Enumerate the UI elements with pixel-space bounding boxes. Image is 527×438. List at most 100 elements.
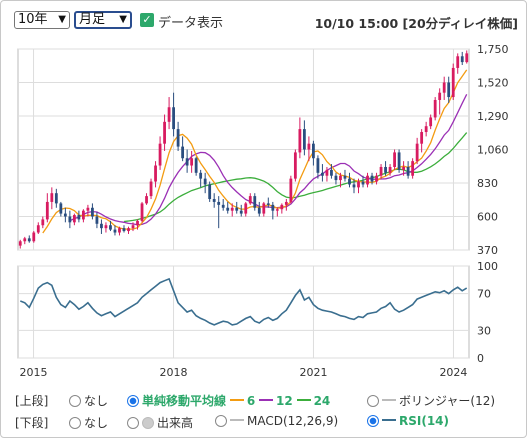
candle-body — [339, 175, 342, 181]
macd-option[interactable]: MACD(12,26,9) — [215, 414, 338, 428]
candle-body — [442, 82, 446, 93]
candle-body — [370, 175, 374, 182]
candle-body — [447, 82, 451, 98]
candle-body — [388, 166, 392, 173]
rsi-swatch — [382, 419, 396, 421]
sma6-label: 6 — [246, 394, 256, 408]
candle-body — [136, 220, 139, 226]
candle-body — [451, 67, 455, 98]
y-tick-label: 370 — [477, 244, 498, 257]
candle-body — [321, 172, 324, 176]
sma24-swatch — [296, 399, 311, 401]
lower-none-option[interactable]: なし — [69, 414, 108, 431]
candle-body — [118, 228, 121, 233]
candle-body — [253, 196, 257, 208]
candle-body — [330, 169, 333, 176]
sma12-label: 12 — [276, 394, 293, 408]
sma24-label: 24 — [313, 394, 331, 408]
sma12-swatch — [259, 399, 274, 401]
candle-body — [248, 196, 252, 204]
candle-body — [140, 203, 144, 221]
radio-selected-icon — [127, 395, 139, 407]
chart-area: 1,750 1,520 1,290 1,060 830 600 370 100 70 30 0 201… — [17, 43, 509, 379]
y-tick-label: 1,520 — [477, 77, 509, 90]
sma-option[interactable]: 単純移動平均線 6 12 24 — [127, 392, 330, 409]
candle-body — [465, 53, 469, 63]
sma6-swatch — [229, 399, 244, 401]
y-tick-label: 1,060 — [477, 144, 509, 157]
candle-body — [185, 158, 189, 166]
candle-body — [68, 216, 72, 223]
candle-body — [45, 201, 49, 220]
bollinger-option[interactable]: ボリンジャー(12) — [367, 392, 495, 409]
candle-body — [163, 121, 166, 144]
candle-body — [302, 129, 306, 150]
candle-body — [54, 193, 58, 204]
candle-body — [104, 225, 108, 229]
candle-body — [262, 203, 266, 214]
candle-body — [420, 132, 424, 144]
x-tick-label: 2021 — [299, 366, 327, 379]
upper-none-label: なし — [84, 394, 109, 408]
upper-label: [上段] — [15, 394, 49, 408]
candle-body — [415, 143, 419, 162]
candle-body — [176, 129, 180, 147]
candle-body — [72, 215, 76, 223]
candle-body — [109, 225, 112, 230]
candle-body — [167, 107, 171, 122]
rsi-tick-label: 0 — [477, 352, 484, 365]
candle-body — [127, 228, 130, 232]
volume-icon — [142, 417, 154, 429]
candle-body — [235, 207, 239, 211]
candle-body — [284, 201, 288, 205]
lower-none-label: なし — [84, 416, 109, 430]
candle-body — [91, 207, 94, 217]
bollinger-label: ボリンジャー(12) — [399, 394, 496, 408]
radio-icon — [69, 395, 81, 407]
candle-body — [149, 181, 153, 197]
candle-body — [275, 209, 279, 211]
candle-body — [122, 228, 126, 232]
rsi-tick-label: 100 — [477, 260, 498, 273]
y-tick-label: 1,750 — [477, 43, 509, 56]
candle-body — [456, 56, 460, 68]
rsi-option[interactable]: RSI(14) — [367, 414, 449, 428]
candle-body — [411, 161, 415, 176]
radio-icon — [367, 395, 379, 407]
candle-body — [438, 92, 442, 100]
macd-label: MACD(12,26,9) — [247, 414, 339, 428]
candle-body — [154, 165, 157, 182]
candle-body — [352, 184, 356, 188]
x-tick-label: 2018 — [160, 366, 188, 379]
candle-body — [406, 166, 410, 176]
candle-body — [312, 143, 315, 159]
candle-body — [307, 143, 311, 150]
candle-body — [379, 166, 383, 176]
candle-body — [325, 169, 329, 176]
radio-icon — [215, 415, 227, 427]
upper-none-option[interactable]: なし — [69, 392, 108, 409]
candle-body — [203, 178, 207, 185]
candle-body — [244, 203, 248, 214]
rsi-tick-label: 70 — [477, 288, 491, 301]
stock-chart-panel: 10年 ▼ 月足 ▼ ✓ データ表示 10/10 15:00 [20分ディレイ株… — [0, 0, 527, 438]
candle-body — [397, 152, 401, 170]
volume-option[interactable]: 出来高 — [127, 414, 193, 431]
candle-body — [190, 158, 194, 166]
candle-body — [145, 196, 148, 204]
candle-body — [384, 166, 387, 173]
candle-body — [100, 223, 103, 229]
candle-body — [50, 193, 54, 202]
candle-body — [81, 210, 85, 220]
rsi-label: RSI(14) — [399, 414, 450, 428]
candle-body — [316, 158, 320, 173]
candle-body — [393, 152, 396, 167]
candle-body — [343, 175, 347, 179]
candle-body — [212, 199, 216, 202]
x-tick-label: 2015 — [20, 366, 48, 379]
candle-body — [208, 184, 212, 200]
candle-body — [257, 207, 261, 214]
candle-body — [95, 216, 99, 224]
candle-body — [230, 207, 234, 211]
candle-body — [27, 238, 31, 242]
